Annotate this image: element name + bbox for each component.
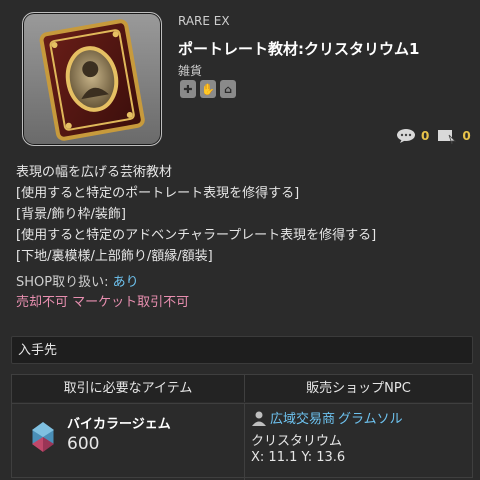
item-rarity: RARE EX [178,14,230,28]
npc-area: クリスタリウム [251,434,343,449]
hand-icon: ✋ [200,80,216,98]
counters: 0 0 [396,127,471,145]
acquire-heading: 入手先 [11,336,473,364]
required-item-name[interactable]: バイカラージェム [67,413,171,432]
book-icon [39,19,145,141]
shop-label: SHOP取り扱い: [16,275,113,290]
column-header-shop-npc: 販売ショップNPC [245,375,472,402]
shop-npc-cell: 広域交易商 グラムソル クリスタリウム X: 11.1 Y: 13.6 [245,403,472,480]
pins-count: 0 [462,129,471,143]
required-item-cell: バイカラージェム 600 [12,403,245,480]
item-description: 表現の幅を広げる芸術教材 [使用すると特定のポートレート表現を修得する] [背景… [16,162,376,267]
comments-count: 0 [421,129,430,143]
item-category: 雑貨 [178,64,203,78]
person-icon [252,411,266,426]
description-line: 表現の幅を広げる芸術教材 [16,165,173,180]
shop-info: SHOP取り扱い: あり 売却不可 マーケット取引不可 [16,273,189,313]
pin-board-icon [438,130,457,145]
description-line: [背景/飾り枠/装飾] [16,207,126,222]
item-thumbnail [22,12,162,146]
npc-name-link[interactable]: グラムソル [338,408,403,427]
item-name: ポートレート教材:クリスタリウム1 [178,40,420,58]
npc-line: 広域交易商 グラムソル [251,408,403,427]
gem-icon[interactable] [30,421,56,453]
npc-location-link[interactable]: 広域交易商 [270,408,335,427]
cross-icon: ✚ [180,80,196,98]
house-icon: ⌂ [220,80,236,98]
speech-bubble-icon [397,129,415,143]
description-line: [使用すると特定のアドベンチャラープレート表現を修得する] [16,228,377,243]
description-line: [使用すると特定のポートレート表現を修得する] [16,186,300,201]
column-header-required-item: 取引に必要なアイテム [12,375,245,402]
description-line: [下地/裏模様/上部飾り/額縁/額装] [16,249,213,264]
pins-counter[interactable]: 0 [437,127,471,145]
comments-counter[interactable]: 0 [396,128,429,144]
npc-coordinates: X: 11.1 Y: 13.6 [251,450,346,465]
item-property-icons: ✚ ✋ ⌂ [180,80,236,98]
shop-available-link[interactable]: あり [113,275,139,290]
required-item-quantity: 600 [67,434,100,454]
shop-table: 取引に必要なアイテム 販売ショップNPC バイカラージェム 600 広域交易商 … [11,374,473,480]
trade-restrictions: 売却不可 マーケット取引不可 [16,295,190,310]
